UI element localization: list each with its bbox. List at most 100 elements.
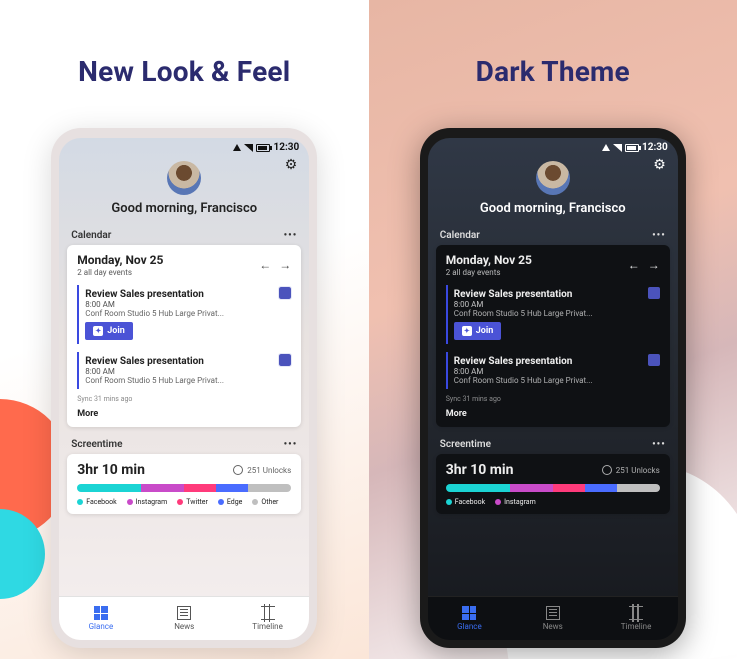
- screentime-bar: [77, 484, 291, 492]
- segment-facebook: [446, 484, 510, 492]
- section-menu-icon[interactable]: •••: [652, 230, 666, 241]
- teams-icon: [648, 354, 660, 366]
- teams-icon: [279, 287, 291, 299]
- nav-glance[interactable]: Glance: [59, 597, 142, 640]
- event-item[interactable]: Review Sales presentation 8:00 AM Conf R…: [77, 352, 291, 389]
- event-location: Conf Room Studio 5 Hub Large Privat...: [454, 309, 624, 318]
- next-day-button[interactable]: →: [648, 258, 660, 272]
- section-title-calendar: Calendar: [71, 230, 111, 241]
- news-icon: [546, 606, 560, 620]
- greeting: Good morning, Francisco: [59, 201, 309, 216]
- all-day-count: 2 all day events: [446, 268, 532, 277]
- screentime-section: Screentime ••• 3hr 10 min 251 Unlocks: [428, 435, 678, 522]
- panel-title: New Look & Feel: [0, 55, 369, 88]
- teams-icon: [648, 287, 660, 299]
- event-item[interactable]: Review Sales presentation 8:00 AM Conf R…: [446, 285, 660, 344]
- nav-timeline[interactable]: Timeline: [226, 597, 309, 640]
- segment-instagram: [510, 484, 553, 492]
- legend-label: Instagram: [136, 498, 168, 506]
- avatar[interactable]: [536, 161, 570, 195]
- segment-other: [617, 484, 660, 492]
- screen-header: ⚙ Good morning, Francisco: [59, 155, 309, 226]
- news-icon: [177, 606, 191, 620]
- event-time: 8:00 AM: [85, 367, 291, 376]
- legend-swatch: [446, 499, 452, 505]
- phone-mock-dark: 12:30 ⚙ Good morning, Francisco Calendar…: [420, 128, 686, 648]
- join-button[interactable]: ✦ Join: [454, 322, 502, 340]
- unlocks-count: 251 Unlocks: [233, 465, 291, 475]
- segment-instagram: [141, 484, 184, 492]
- prev-day-button[interactable]: ←: [259, 258, 271, 272]
- segment-edge: [216, 484, 248, 492]
- nav-timeline[interactable]: Timeline: [594, 597, 677, 640]
- teams-join-icon: ✦: [93, 326, 103, 336]
- unlocks-count: 251 Unlocks: [602, 465, 660, 475]
- legend-item: Instagram: [495, 498, 536, 506]
- legend-item: Facebook: [446, 498, 485, 506]
- legend-item: Facebook: [77, 498, 116, 506]
- glance-icon: [462, 606, 476, 620]
- legend-swatch: [77, 499, 83, 505]
- legend-swatch: [252, 499, 258, 505]
- segment-facebook: [77, 484, 141, 492]
- avatar[interactable]: [167, 161, 201, 195]
- screentime-bar: [446, 484, 660, 492]
- section-menu-icon[interactable]: •••: [284, 230, 298, 241]
- status-time: 12:30: [273, 142, 299, 153]
- legend-label: Edge: [227, 498, 243, 506]
- event-title: Review Sales presentation: [454, 289, 660, 300]
- join-button[interactable]: ✦ Join: [85, 322, 133, 340]
- gear-icon[interactable]: ⚙: [653, 157, 666, 173]
- calendar-section: Calendar ••• Monday, Nov 25 2 all day ev…: [428, 226, 678, 435]
- teams-join-icon: ✦: [462, 326, 472, 336]
- nav-label: News: [543, 622, 563, 631]
- segment-other: [248, 484, 291, 492]
- more-button[interactable]: More: [446, 409, 660, 419]
- nav-glance[interactable]: Glance: [428, 597, 511, 640]
- phone-mock-light: 12:30 ⚙ Good morning, Francisco Calendar…: [51, 128, 317, 648]
- calendar-date: Monday, Nov 25: [77, 253, 163, 267]
- teams-icon: [279, 354, 291, 366]
- section-menu-icon[interactable]: •••: [652, 439, 666, 450]
- prev-day-button[interactable]: ←: [628, 258, 640, 272]
- battery-icon: [256, 144, 270, 152]
- nav-label: Glance: [457, 622, 482, 631]
- event-item[interactable]: Review Sales presentation 8:00 AM Conf R…: [446, 352, 660, 389]
- nav-news[interactable]: News: [143, 597, 226, 640]
- screentime-card: 3hr 10 min 251 Unlocks FacebookInstagram…: [67, 454, 301, 514]
- legend-item: Other: [252, 498, 278, 506]
- more-button[interactable]: More: [77, 409, 291, 419]
- sync-status: Sync 31 mins ago: [77, 395, 291, 403]
- bottom-nav: Glance News Timeline: [428, 596, 678, 640]
- segment-twitter: [553, 484, 585, 492]
- section-title-screentime: Screentime: [440, 439, 491, 450]
- legend-item: Edge: [218, 498, 243, 506]
- section-menu-icon[interactable]: •••: [284, 439, 298, 450]
- event-time: 8:00 AM: [454, 300, 660, 309]
- panel-light: New Look & Feel 12:30 ⚙ Good morning, Fr…: [0, 0, 369, 659]
- legend-swatch: [177, 499, 183, 505]
- calendar-section: Calendar ••• Monday, Nov 25 2 all day ev…: [59, 226, 309, 435]
- event-item[interactable]: Review Sales presentation 8:00 AM Conf R…: [77, 285, 291, 344]
- section-title-screentime: Screentime: [71, 439, 122, 450]
- wifi-icon: [613, 144, 622, 152]
- event-location: Conf Room Studio 5 Hub Large Privat...: [85, 309, 255, 318]
- next-day-button[interactable]: →: [279, 258, 291, 272]
- nav-news[interactable]: News: [511, 597, 594, 640]
- section-title-calendar: Calendar: [440, 230, 480, 241]
- legend-item: Instagram: [127, 498, 168, 506]
- legend-label: Facebook: [86, 498, 116, 506]
- all-day-count: 2 all day events: [77, 268, 163, 277]
- fingerprint-icon: [602, 465, 612, 475]
- screentime-card: 3hr 10 min 251 Unlocks FacebookInstagram: [436, 454, 670, 514]
- segment-twitter: [184, 484, 216, 492]
- screen-header: ⚙ Good morning, Francisco: [428, 155, 678, 226]
- nav-label: Glance: [89, 622, 114, 631]
- nav-label: Timeline: [252, 622, 283, 631]
- wifi-icon: [244, 144, 253, 152]
- legend-label: Twitter: [186, 498, 208, 506]
- timeline-icon: [629, 606, 643, 620]
- calendar-card: Monday, Nov 25 2 all day events ← →: [67, 245, 301, 427]
- gear-icon[interactable]: ⚙: [285, 157, 298, 173]
- greeting: Good morning, Francisco: [428, 201, 678, 216]
